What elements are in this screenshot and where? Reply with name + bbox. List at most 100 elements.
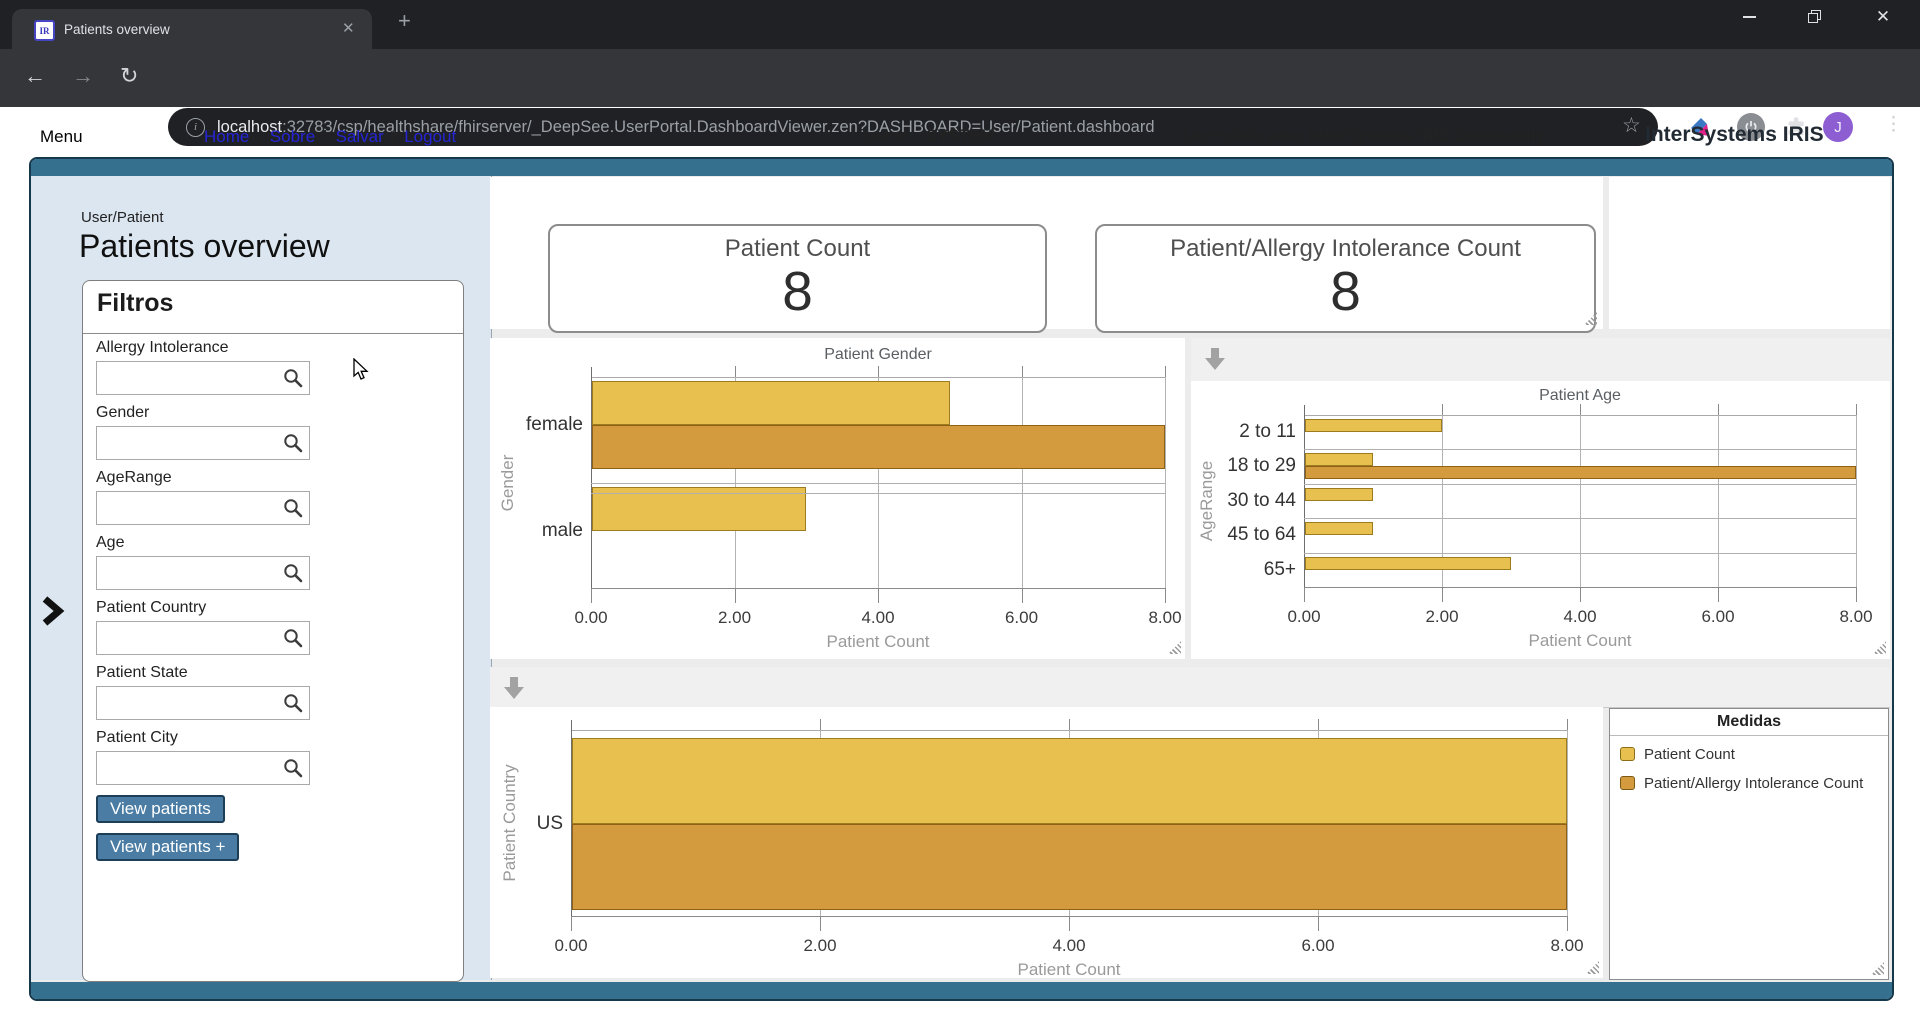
nav-separator: | <box>257 127 261 146</box>
down-arrow-icon[interactable] <box>1203 346 1227 372</box>
intersystems-iris-logo: InterSystems IRIS <box>1645 123 1824 147</box>
search-icon[interactable] <box>282 432 304 454</box>
filter-label: Patient State <box>96 664 188 682</box>
tick-mark-bottom <box>1856 587 1857 602</box>
search-icon[interactable] <box>282 757 304 779</box>
filter-input[interactable] <box>99 754 281 782</box>
view-patients-plus-button[interactable]: View patients + <box>96 833 239 861</box>
x-axis-label: Patient Count <box>571 960 1567 980</box>
filter-input[interactable] <box>99 559 281 587</box>
browser-profile-avatar[interactable]: J <box>1823 112 1853 142</box>
search-icon[interactable] <box>282 627 304 649</box>
sidebar-collapse-chevron-icon[interactable] <box>39 596 67 626</box>
nav-link-logout[interactable]: Logout <box>404 127 456 146</box>
patient-gender-chart: Patient GenderGender0.002.004.006.008.00… <box>490 338 1185 659</box>
gridline <box>1580 415 1581 587</box>
bar-patient-count <box>572 738 1567 824</box>
back-button[interactable]: ← <box>24 63 46 89</box>
favicon-icon: IR <box>34 20 55 41</box>
x-tick-label: 4.00 <box>1052 936 1085 956</box>
gridline <box>1567 730 1568 916</box>
tick-mark-bottom <box>1718 587 1719 602</box>
dashboard-sidebar: User/Patient Patients overview Filtros A… <box>31 176 492 980</box>
nav-link-home[interactable]: Home <box>204 127 249 146</box>
menu-label[interactable]: Menu <box>40 127 83 147</box>
y-axis-label: Gender <box>498 454 518 511</box>
age-widget-header <box>1191 338 1890 382</box>
down-arrow-icon[interactable] <box>502 675 526 701</box>
tick-mark-top <box>1718 404 1719 415</box>
search-icon[interactable] <box>282 692 304 714</box>
x-tick-label: 6.00 <box>1005 608 1038 628</box>
breadcrumb: User/Patient <box>81 209 164 226</box>
filter-input[interactable] <box>99 689 281 717</box>
filter-input[interactable] <box>99 624 281 652</box>
filter-label: Patient Country <box>96 599 206 617</box>
filter-input[interactable] <box>99 364 281 392</box>
kpi-card: Patient Count8 <box>548 224 1047 333</box>
filter-input[interactable] <box>99 429 281 457</box>
country-widget-header <box>490 667 1890 708</box>
search-icon[interactable] <box>282 562 304 584</box>
window-close-button[interactable]: ✕ <box>1860 0 1906 34</box>
tick-mark-bottom <box>820 916 821 931</box>
patient-age-chart: Patient AgeAgeRange0.002.004.006.008.002… <box>1191 381 1890 659</box>
x-axis-label: Patient Count <box>1304 631 1856 651</box>
x-tick-label: 8.00 <box>1839 607 1872 627</box>
filter-label: Allergy Intolerance <box>96 339 229 357</box>
window-restore-button[interactable] <box>1792 0 1838 34</box>
search-icon[interactable] <box>282 497 304 519</box>
tick-mark-top <box>1318 719 1319 730</box>
tick-mark-bottom <box>1069 916 1070 931</box>
browser-tab[interactable]: IR Patients overview ✕ <box>12 9 372 49</box>
gender-chart-resize-grip[interactable] <box>1168 641 1181 654</box>
search-icon[interactable] <box>282 367 304 389</box>
tick-mark-top <box>820 719 821 730</box>
tick-mark-bottom <box>1022 588 1023 603</box>
x-tick-label: 0.00 <box>574 608 607 628</box>
window-minimize-button[interactable] <box>1726 0 1772 34</box>
kpi-title: Patient Count <box>550 235 1045 263</box>
nav-link-sobre[interactable]: Sobre <box>270 127 315 146</box>
tick-mark-top <box>878 366 879 377</box>
filter-field-age <box>96 556 310 590</box>
tick-mark-top <box>1022 366 1023 377</box>
x-tick-label: 0.00 <box>554 936 587 956</box>
country-chart-resize-grip[interactable] <box>1586 961 1599 974</box>
legend-widget: Medidas Patient CountPatient/Allergy Int… <box>1609 708 1889 980</box>
tick-mark-top <box>1442 404 1443 415</box>
reload-button[interactable]: ↻ <box>120 63 138 89</box>
nav-separator: | <box>323 127 327 146</box>
band-separator <box>1304 449 1856 450</box>
tab-close-icon[interactable]: ✕ <box>342 19 355 37</box>
nav-link-salvar[interactable]: Salvar <box>336 127 384 146</box>
band-separator <box>591 493 1165 494</box>
browser-tab-strip: IR Patients overview ✕ + ✕ <box>0 0 1920 49</box>
license-info: Licenciado para: InterSystems IRIS Commu… <box>1184 127 1545 146</box>
category-label: 2 to 11 <box>1191 421 1296 443</box>
new-tab-button[interactable]: + <box>398 8 411 34</box>
legend-item: Patient/Allergy Intolerance Count <box>1620 774 1888 794</box>
bar-patient-count <box>1305 419 1442 432</box>
legend-resize-grip[interactable] <box>1871 962 1884 975</box>
age-chart-resize-grip[interactable] <box>1873 641 1886 654</box>
filter-input[interactable] <box>99 494 281 522</box>
band-separator <box>1304 553 1856 554</box>
site-info-icon[interactable]: i <box>186 118 205 137</box>
category-label: US <box>490 813 563 835</box>
category-label: 30 to 44 <box>1191 490 1296 512</box>
mouse-cursor <box>352 358 374 382</box>
view-patients-button[interactable]: View patients <box>96 795 225 823</box>
gridline <box>1718 415 1719 587</box>
empty-widget <box>1609 177 1890 329</box>
scorecard-widget: Patient Count8Patient/Allergy Intoleranc… <box>490 177 1603 329</box>
tick-mark-top <box>1165 366 1166 377</box>
bookmark-star-icon[interactable]: ☆ <box>1622 113 1641 138</box>
dashboard-top-bar <box>31 159 1892 176</box>
bar-patient-allergy-intolerance-count <box>592 425 1165 469</box>
forward-button[interactable]: → <box>72 63 94 89</box>
chart-title: Patient Age <box>1304 387 1856 405</box>
band-separator <box>591 483 1165 484</box>
nav-links: Home|Sobre|Salvar|Logout <box>204 127 456 147</box>
browser-menu-kebab-icon[interactable]: ⋮ <box>1884 113 1903 136</box>
